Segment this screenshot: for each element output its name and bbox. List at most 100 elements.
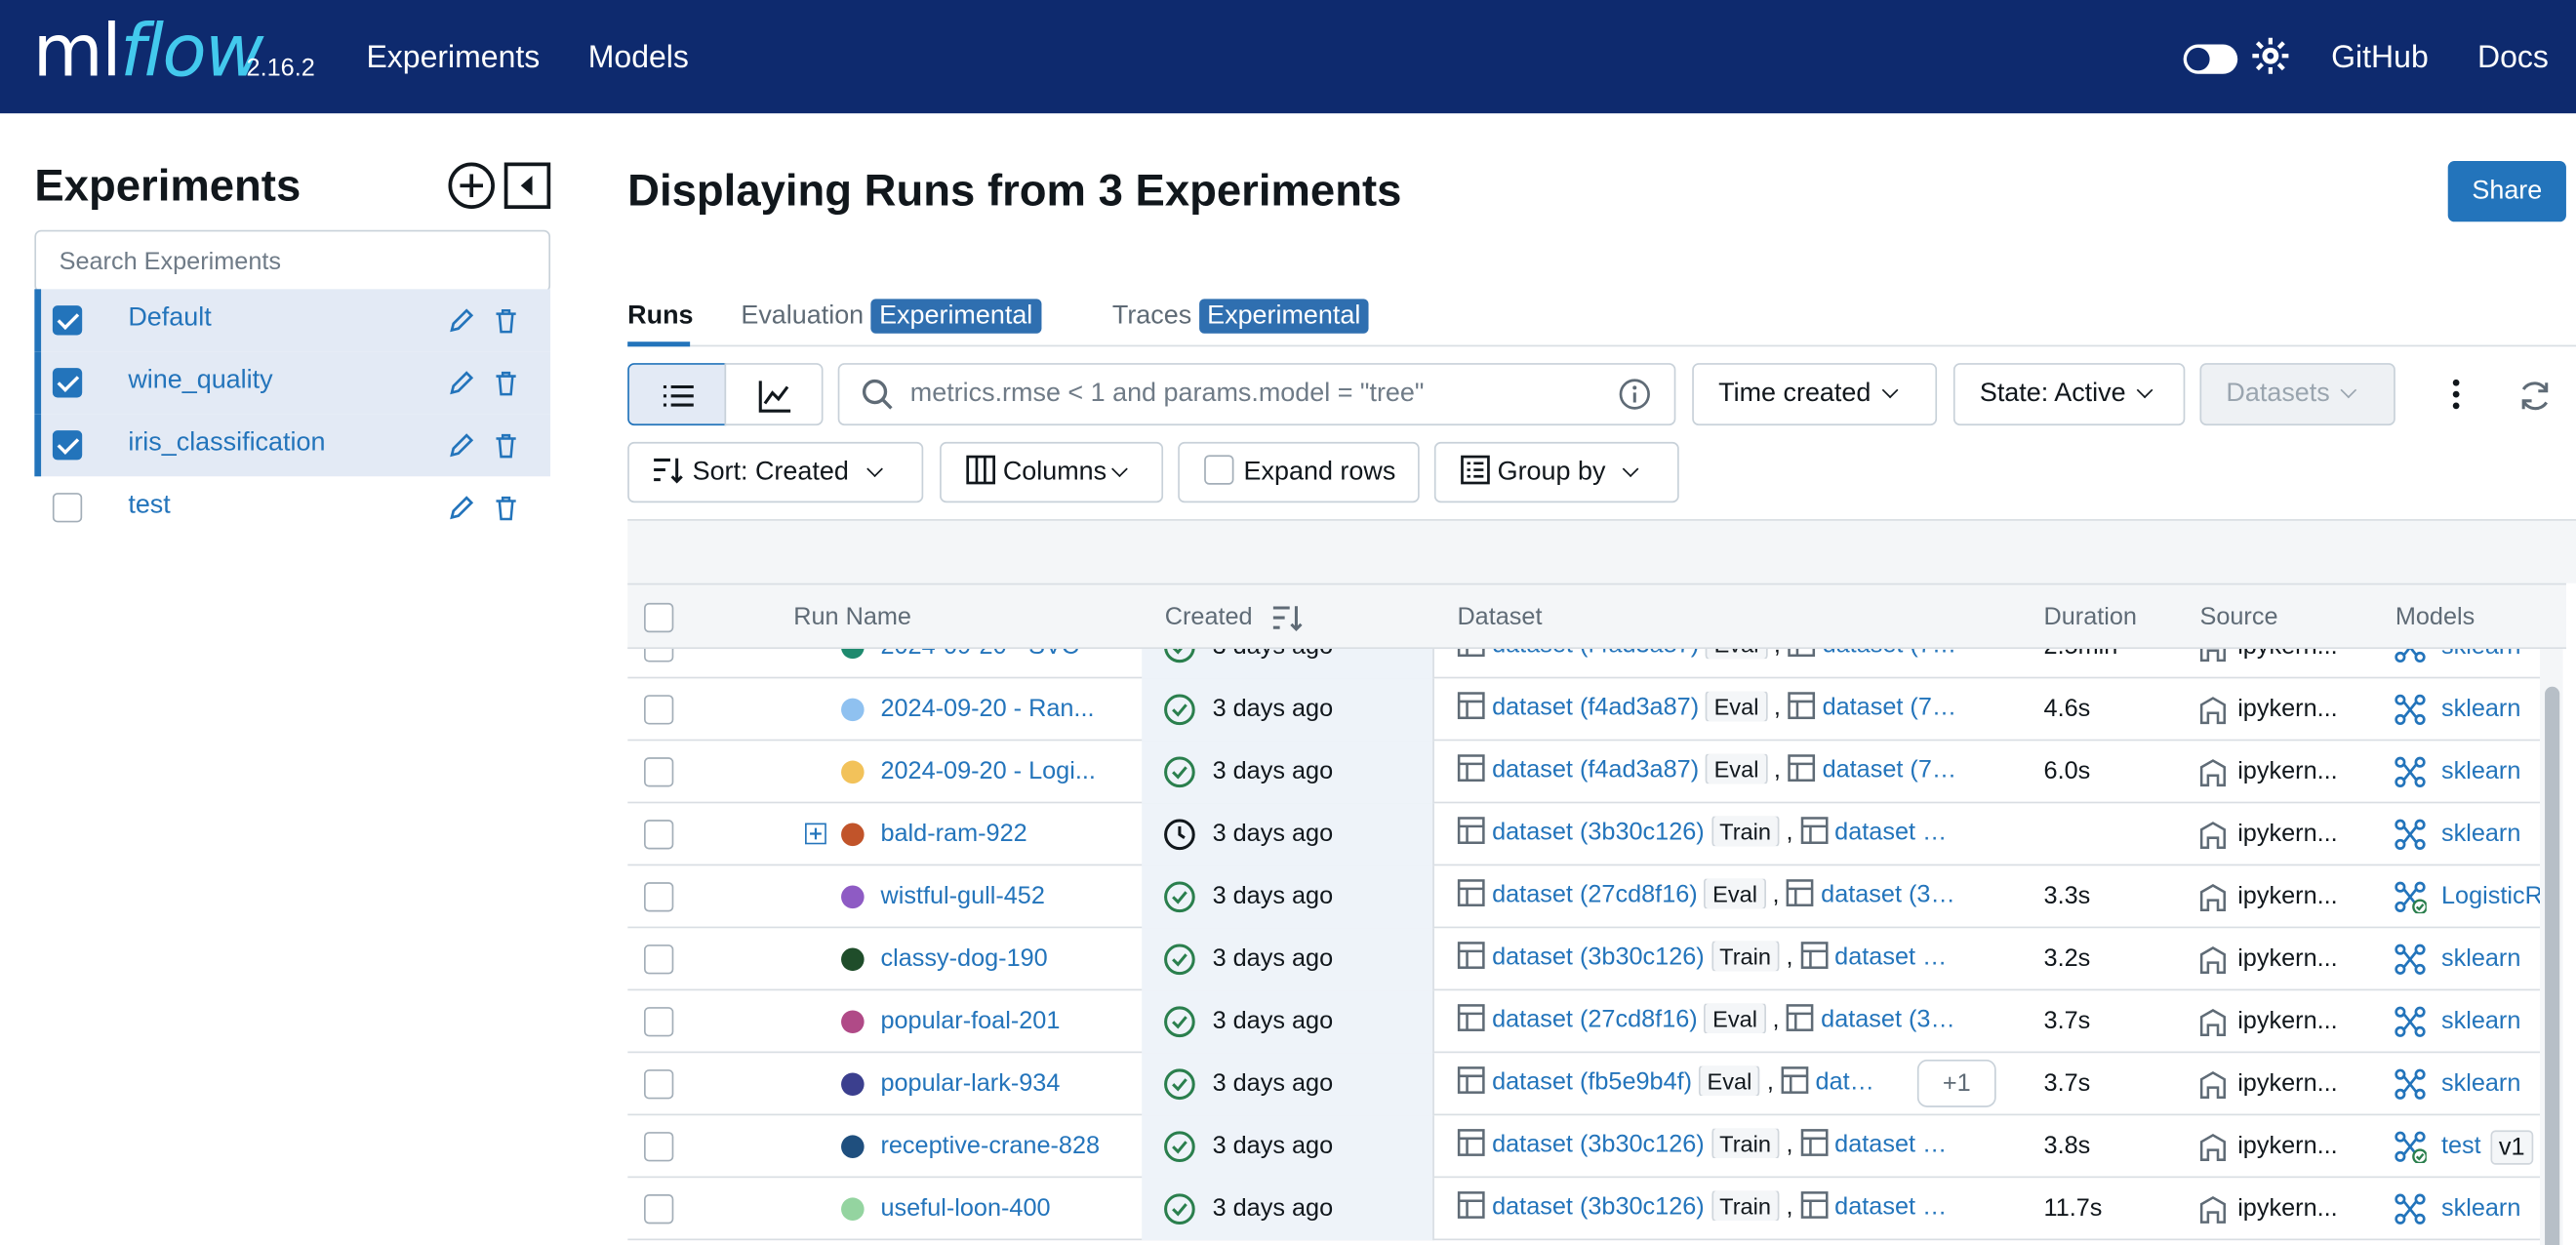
experiment-name[interactable]: iris_classification	[128, 428, 325, 458]
create-experiment-icon[interactable]	[447, 161, 497, 211]
model-link[interactable]: sklearn	[2441, 649, 2540, 661]
source-link[interactable]: ipykern...	[2237, 1007, 2337, 1035]
time-created-dropdown[interactable]: Time created	[1692, 363, 1938, 426]
run-search-input[interactable]: metrics.rmse < 1 and params.model = "tre…	[837, 363, 1676, 426]
table-view-button[interactable]	[627, 363, 727, 426]
source-link[interactable]: ipykern...	[2237, 695, 2337, 723]
run-color-dot[interactable]	[841, 1010, 865, 1034]
model-link[interactable]: sklearn	[2441, 1007, 2540, 1035]
edit-icon[interactable]	[449, 307, 475, 334]
header-models[interactable]: Models	[2395, 603, 2475, 631]
row-checkbox[interactable]	[644, 820, 674, 850]
expand-row-icon[interactable]	[805, 823, 826, 853]
model-link[interactable]: sklearn	[2441, 757, 2540, 785]
experiment-name[interactable]: wine_quality	[128, 366, 272, 395]
row-checkbox[interactable]	[644, 882, 674, 912]
run-name-link[interactable]: classy-dog-190	[880, 944, 1127, 973]
more-datasets-button[interactable]: +1	[1916, 1059, 1996, 1107]
expand-rows-checkbox[interactable]	[1204, 455, 1234, 485]
table-row[interactable]: popular-lark-934 3 days ago dataset (fb5e…	[627, 1053, 2541, 1116]
row-checkbox[interactable]	[644, 1132, 674, 1162]
header-source[interactable]: Source	[2199, 603, 2277, 631]
run-name-link[interactable]: popular-lark-934	[880, 1069, 1127, 1098]
experiment-checkbox[interactable]	[52, 430, 83, 461]
run-name-link[interactable]: receptive-crane-828	[880, 1132, 1127, 1160]
share-button[interactable]: Share	[2447, 161, 2566, 222]
run-color-dot[interactable]	[841, 823, 865, 847]
experiment-name[interactable]: Default	[128, 303, 211, 333]
source-link[interactable]: ipykern...	[2237, 1069, 2337, 1098]
dataset-link[interactable]: dataset (3b30c126)	[1492, 943, 1705, 971]
trash-icon[interactable]	[495, 495, 521, 521]
dataset-link[interactable]: dataset …	[1834, 1130, 1947, 1158]
run-color-dot[interactable]	[841, 760, 865, 784]
experiment-checkbox[interactable]	[52, 493, 83, 523]
experiment-item[interactable]: wine_quality	[34, 351, 551, 415]
table-row[interactable]: popular-foal-201 3 days ago dataset (27cd…	[627, 990, 2541, 1054]
model-link[interactable]: LogisticR	[2441, 882, 2540, 910]
dataset-link[interactable]: dataset (27cd8f16)	[1492, 880, 1698, 908]
table-row[interactable]: 2024-09-20 - Logi... 3 days ago dataset (…	[627, 741, 2541, 804]
experiment-name[interactable]: test	[128, 491, 170, 520]
sun-icon[interactable]	[2251, 36, 2290, 75]
row-checkbox[interactable]	[644, 944, 674, 975]
source-link[interactable]: ipykern...	[2237, 1194, 2337, 1223]
run-name-link[interactable]: bald-ram-922	[880, 820, 1127, 848]
run-color-dot[interactable]	[841, 885, 865, 909]
dataset-link[interactable]: dataset (7…	[1823, 649, 1957, 659]
source-link[interactable]: ipykern...	[2237, 820, 2337, 848]
source-link[interactable]: ipykern...	[2237, 1132, 2337, 1160]
model-link[interactable]: sklearn	[2441, 1194, 2540, 1223]
dataset-link[interactable]: dataset (f4ad3a87)	[1492, 694, 1699, 722]
model-link[interactable]: sklearn	[2441, 944, 2540, 973]
header-dataset[interactable]: Dataset	[1457, 603, 1542, 631]
dataset-link[interactable]: dat…	[1816, 1067, 1874, 1096]
dataset-link[interactable]: dataset (f4ad3a87)	[1492, 649, 1699, 659]
datasets-dropdown[interactable]: Datasets	[2199, 363, 2395, 426]
run-name-link[interactable]: popular-foal-201	[880, 1007, 1127, 1035]
source-link[interactable]: ipykern...	[2237, 944, 2337, 973]
run-name-link[interactable]: 2024-09-20 - SVC	[880, 649, 1127, 661]
group-by-dropdown[interactable]: Group by	[1433, 441, 1679, 503]
dataset-link[interactable]: dataset …	[1834, 943, 1947, 971]
scrollbar-thumb[interactable]	[2545, 686, 2560, 1245]
dataset-link[interactable]: dataset (3b30c126)	[1492, 1130, 1705, 1158]
dataset-link[interactable]: dataset (7…	[1823, 694, 1957, 722]
run-color-dot[interactable]	[841, 698, 865, 722]
trash-icon[interactable]	[495, 432, 521, 459]
row-checkbox[interactable]	[644, 1194, 674, 1225]
table-row[interactable]: 2024-09-20 - SVC 3 days ago dataset (f4ad…	[627, 649, 2541, 679]
edit-icon[interactable]	[449, 432, 475, 459]
table-row[interactable]: 2024-09-20 - Ran... 3 days ago dataset (f…	[627, 678, 2541, 742]
experiment-item[interactable]: Default	[34, 289, 551, 352]
sort-dropdown[interactable]: Sort: Created	[627, 441, 924, 503]
nav-models[interactable]: Models	[588, 41, 689, 77]
row-checkbox[interactable]	[644, 695, 674, 725]
edit-icon[interactable]	[449, 370, 475, 396]
dataset-link[interactable]: dataset …	[1834, 818, 1947, 846]
dark-mode-toggle[interactable]	[2183, 44, 2238, 74]
nav-docs[interactable]: Docs	[2477, 41, 2549, 77]
more-options-icon[interactable]	[2439, 378, 2473, 411]
dataset-link[interactable]: dataset (27cd8f16)	[1492, 1005, 1698, 1033]
collapse-sidebar-icon[interactable]	[503, 161, 552, 211]
experiment-item[interactable]: test	[34, 476, 550, 539]
chart-view-button[interactable]	[724, 363, 824, 426]
tab-traces[interactable]: Traces Experimental	[1112, 299, 1369, 334]
header-created[interactable]: Created	[1165, 603, 1253, 631]
run-color-dot[interactable]	[841, 947, 865, 972]
experiment-checkbox[interactable]	[52, 368, 83, 398]
source-link[interactable]: ipykern...	[2237, 882, 2337, 910]
experiment-item[interactable]: iris_classification	[34, 414, 551, 477]
run-color-dot[interactable]	[841, 1197, 865, 1221]
dataset-link[interactable]: dataset (fb5e9b4f)	[1492, 1067, 1692, 1096]
dataset-link[interactable]: dataset …	[1834, 1192, 1947, 1221]
expand-rows-toggle[interactable]: Expand rows	[1178, 441, 1420, 503]
sort-desc-icon[interactable]	[1271, 603, 1305, 632]
edit-icon[interactable]	[449, 495, 475, 521]
table-row[interactable]: useful-loon-400 3 days ago dataset (3b30c…	[627, 1178, 2541, 1241]
row-checkbox[interactable]	[644, 1007, 674, 1037]
tab-evaluation[interactable]: Evaluation Experimental	[741, 299, 1041, 334]
row-checkbox[interactable]	[644, 757, 674, 787]
dataset-link[interactable]: dataset (3b30c126)	[1492, 1192, 1705, 1221]
